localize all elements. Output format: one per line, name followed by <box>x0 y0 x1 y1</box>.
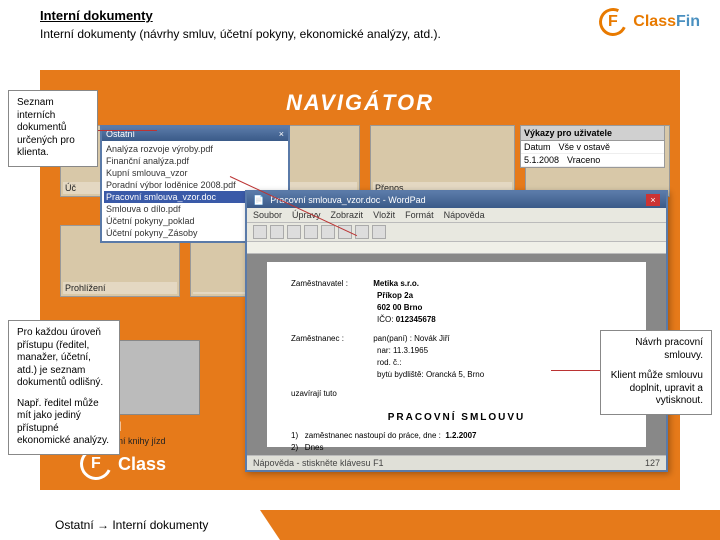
window-title: Pracovní smlouva_vzor.doc - WordPad <box>270 195 425 205</box>
document-list-item[interactable]: Finanční analýza.pdf <box>104 155 286 167</box>
logo-text: ClassFin <box>633 13 700 31</box>
wordpad-ruler <box>247 242 666 254</box>
wordpad-titlebar[interactable]: 📄 Pracovní smlouva_vzor.doc - WordPad × <box>247 192 666 208</box>
page-header: Interní dokumenty Interní dokumenty (náv… <box>0 0 720 48</box>
reports-row[interactable]: 5.1.2008Vraceno <box>521 154 664 167</box>
footer-breadcrumb: Ostatní → Interní dokumenty <box>0 510 260 540</box>
wordpad-menubar: SouborÚpravyZobrazitVložitFormátNápověda <box>247 208 666 223</box>
nav-tile[interactable]: Přenos <box>370 125 515 197</box>
reports-header: Výkazy pro uživatele <box>521 126 664 141</box>
menu-item[interactable]: Vložit <box>373 210 395 220</box>
reports-colhead: DatumVše v ostavě <box>521 141 664 154</box>
connector-line <box>551 370 601 371</box>
toolbar-button[interactable] <box>304 225 318 239</box>
menu-item[interactable]: Zobrazit <box>331 210 364 220</box>
app-background: NAVIGÁTOR Úč řizování Přenos Prohlížení … <box>40 70 680 490</box>
logo-icon: F <box>595 4 631 40</box>
page-title: Interní dokumenty <box>40 8 680 23</box>
toolbar-button[interactable] <box>287 225 301 239</box>
connector-line <box>97 130 157 131</box>
callout-contract: Návrh pracovní smlouvy. Klient může smlo… <box>600 330 712 415</box>
brand-logo: F ClassFin <box>599 8 700 36</box>
document-sheet[interactable]: Zaměstnavatel : Metika s.r.o. Příkop 2a … <box>267 262 646 447</box>
menu-item[interactable]: Formát <box>405 210 434 220</box>
callout-access-levels: Pro každou úroveň přístupu (ředitel, man… <box>8 320 120 455</box>
wordpad-statusbar: Nápověda - stiskněte klávesu F1 127 <box>247 455 666 470</box>
reports-panel: Výkazy pro uživatele DatumVše v ostavě 5… <box>520 125 665 168</box>
menu-item[interactable]: Soubor <box>253 210 282 220</box>
page-subtitle: Interní dokumenty (návrhy smluv, účetní … <box>40 27 680 41</box>
logo-text: Class <box>118 454 166 475</box>
callout-doclist: Seznam interních dokumentů určených pro … <box>8 90 98 167</box>
screenshot-stage: NAVIGÁTOR Úč řizování Přenos Prohlížení … <box>40 70 680 490</box>
close-icon[interactable]: × <box>646 194 660 206</box>
app-icon: 📄 <box>253 195 264 206</box>
wordpad-toolbar <box>247 223 666 242</box>
toolbar-button[interactable] <box>355 225 369 239</box>
navigator-title: NAVIGÁTOR <box>286 90 434 116</box>
menu-item[interactable]: Nápověda <box>444 210 485 220</box>
page-footer: Ostatní → Interní dokumenty <box>0 510 720 540</box>
document-list-item[interactable]: Kupní smlouva_vzor <box>104 167 286 179</box>
document-list-item[interactable]: Analýza rozvoje výroby.pdf <box>104 143 286 155</box>
close-icon[interactable]: × <box>279 129 284 139</box>
toolbar-button[interactable] <box>270 225 284 239</box>
toolbar-button[interactable] <box>372 225 386 239</box>
toolbar-button[interactable] <box>253 225 267 239</box>
toolbar-button[interactable] <box>321 225 335 239</box>
